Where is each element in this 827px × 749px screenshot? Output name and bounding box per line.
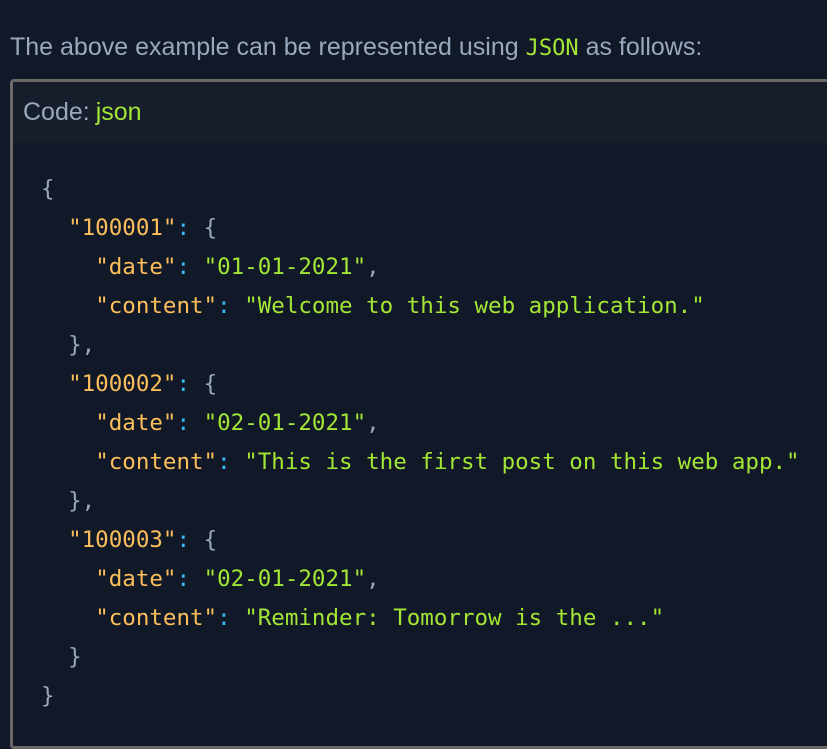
- json-value-date: "02-01-2021": [203, 566, 367, 592]
- json-key-id: "100003": [68, 527, 177, 553]
- json-key-date: "date": [95, 566, 177, 592]
- json-value-content: "Welcome to this web application.": [244, 293, 705, 319]
- code-block-header: Code: json: [13, 82, 827, 143]
- json-key-id: "100002": [68, 371, 177, 397]
- json-key-date: "date": [95, 410, 177, 436]
- code-content[interactable]: { "100001": { "date": "01-01-2021", "con…: [13, 143, 827, 716]
- intro-sentence: The above example can be represented usi…: [10, 31, 702, 65]
- code-language-label: json: [95, 98, 142, 126]
- code-header-label: Code:: [23, 98, 90, 126]
- json-key-date: "date": [95, 254, 177, 280]
- intro-text-after: as follows:: [585, 33, 703, 61]
- json-key-content: "content": [95, 293, 218, 319]
- json-key-content: "content": [95, 449, 218, 475]
- json-value-content: "This is the first post on this web app.…: [244, 449, 800, 475]
- inline-code-json: JSON: [525, 36, 579, 61]
- intro-text-before: The above example can be represented usi…: [10, 33, 519, 61]
- json-value-date: "01-01-2021": [203, 254, 367, 280]
- code-block: Code: json { "100001": { "date": "01-01-…: [10, 79, 827, 749]
- json-key-id: "100001": [68, 215, 177, 241]
- json-value-date: "02-01-2021": [203, 410, 367, 436]
- json-value-content: "Reminder: Tomorrow is the ...": [244, 605, 665, 631]
- json-key-content: "content": [95, 605, 218, 631]
